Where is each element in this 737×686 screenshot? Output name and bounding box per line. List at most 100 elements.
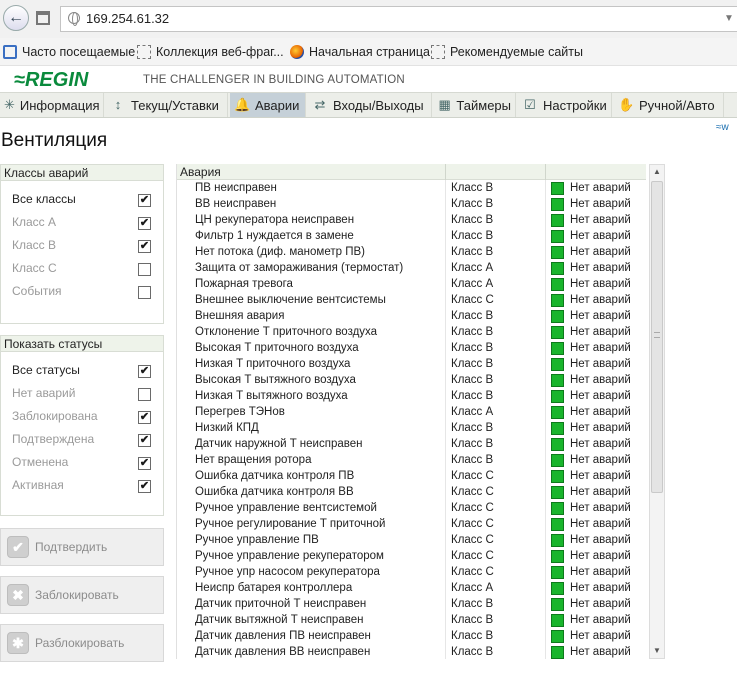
table-row[interactable]: Датчик приточной T неисправен Класс B Нет …	[177, 596, 646, 612]
table-row[interactable]: Пожарная тревога Класс A Нет аварий	[177, 276, 646, 292]
bookmarks-bar: Часто посещаемые Коллекция веб-фраг... Н…	[0, 38, 737, 66]
table-row[interactable]: Низкий КПД Класс B Нет аварий	[177, 420, 646, 436]
bookmark-item[interactable]: Часто посещаемые	[3, 45, 135, 59]
alarm-status: Нет аварий	[545, 628, 646, 644]
bookmark-folder-icon	[3, 45, 17, 59]
status-indicator-icon	[551, 325, 564, 339]
menu-item[interactable]: 🔔 Аварии	[230, 93, 306, 117]
bookmark-label: Рекомендуемые сайты	[450, 45, 584, 59]
status-indicator-icon	[551, 517, 564, 531]
menu-item[interactable]: ↕ Текущ/Уставки	[106, 93, 228, 117]
alarm-class: Класс C	[445, 516, 545, 532]
alarm-classes-panel: Классы аварий Все классы ✔ Класс A ✔ Класс B…	[0, 164, 164, 324]
table-row[interactable]: Нет вращения ротора Класс B Нет аварий	[177, 452, 646, 468]
filter-checkbox[interactable]: ✔	[138, 434, 151, 447]
alarm-status: Нет аварий	[545, 308, 646, 324]
table-row[interactable]: Нет потока (диф. манометр ПВ) Класс B Нет …	[177, 244, 646, 260]
alarm-status-text: Нет аварий	[570, 614, 631, 626]
table-row[interactable]: Датчик наружной T неисправен Класс B Нет а…	[177, 436, 646, 452]
alarm-status: Нет аварий	[545, 452, 646, 468]
filter-checkbox[interactable]: ✔	[138, 480, 151, 493]
table-row[interactable]: Ручное регулирование T приточной Класс C Н…	[177, 516, 646, 532]
alarm-class: Класс A	[445, 580, 545, 596]
alarm-status-text: Нет аварий	[570, 454, 631, 466]
menu-item-label: Ручной/Авто	[639, 97, 715, 113]
action-button[interactable]: ✖ Заблокировать	[0, 576, 164, 614]
table-row[interactable]: Фильтр 1 нуждается в замене Класс B Нет ав…	[177, 228, 646, 244]
alarm-name: Внешняя авария	[195, 310, 285, 322]
alarm-class: Класс C	[445, 532, 545, 548]
table-row[interactable]: Датчик давления ВВ неисправен Класс B Нет …	[177, 644, 646, 659]
table-row[interactable]: Ошибка датчика контроля ПВ Класс C Нет ава…	[177, 468, 646, 484]
corner-link[interactable]: ≈w	[716, 122, 729, 133]
filter-checkbox[interactable]	[138, 388, 151, 401]
scroll-thumb[interactable]	[651, 181, 663, 493]
alarm-status-text: Нет аварий	[570, 214, 631, 226]
table-row[interactable]: ЦН рекуператора неисправен Класс B Нет ава…	[177, 212, 646, 228]
table-row[interactable]: Внешнее выключение вентсистемы Класс C Нет…	[177, 292, 646, 308]
alarm-class: Класс B	[445, 340, 545, 356]
table-row[interactable]: Датчик давления ПВ неисправен Класс B Нет …	[177, 628, 646, 644]
bookmark-item[interactable]: Начальная страница	[290, 45, 430, 59]
action-button[interactable]: ✱ Разблокировать	[0, 624, 164, 662]
alarm-name: Нет потока (диф. манометр ПВ)	[195, 246, 365, 258]
table-row[interactable]: Ручное управление вентсистемой Класс C Нет…	[177, 500, 646, 516]
menu-item[interactable]: ⇄ Входы/Выходы	[308, 93, 432, 117]
alarm-status: Нет аварий	[545, 516, 646, 532]
table-row[interactable]: Низкая T вытяжного воздуха Класс B Нет ава…	[177, 388, 646, 404]
filter-checkbox[interactable]: ✔	[138, 457, 151, 470]
menu-item-label: Информация	[19, 97, 100, 113]
filter-checkbox[interactable]: ✔	[138, 217, 151, 230]
alarm-status-text: Нет аварий	[570, 534, 631, 546]
menu-item[interactable]: ✋ Ручной/Авто	[614, 93, 724, 117]
filter-option-label: Подтверждена	[12, 432, 95, 446]
table-row[interactable]: Низкая T приточного воздуха Класс B Нет ав…	[177, 356, 646, 372]
alarm-status-text: Нет аварий	[570, 358, 631, 370]
bookmark-item[interactable]: Коллекция веб-фраг...	[137, 45, 284, 59]
table-row[interactable]: Высокая T приточного воздуха Класс B Нет а…	[177, 340, 646, 356]
table-row[interactable]: Внешняя авария Класс B Нет аварий	[177, 308, 646, 324]
url-dropdown-icon[interactable]: ▼	[724, 13, 734, 24]
menu-item[interactable]: ☑ Настройки	[518, 93, 612, 117]
menu-item[interactable]: ✳ Информация	[0, 93, 104, 117]
filter-checkbox[interactable]	[138, 286, 151, 299]
alarm-status: Нет аварий	[545, 612, 646, 628]
url-text[interactable]: 169.254.61.32	[86, 11, 169, 26]
status-indicator-icon	[551, 245, 564, 259]
alarm-class: Класс B	[445, 324, 545, 340]
table-row[interactable]: Ручное управление ПВ Класс C Нет аварий	[177, 532, 646, 548]
table-row[interactable]: Датчик вытяжной T неисправен Класс B Нет а…	[177, 612, 646, 628]
table-row[interactable]: Высокая T вытяжного воздуха Класс B Нет ав…	[177, 372, 646, 388]
table-scrollbar[interactable]: ▲ ▼	[649, 164, 665, 659]
alarm-status: Нет аварий	[545, 196, 646, 212]
back-button[interactable]: ←	[3, 5, 29, 31]
filter-checkbox[interactable]	[138, 263, 151, 276]
alarm-status: Нет аварий	[545, 436, 646, 452]
table-row[interactable]: Ошибка датчика контроля ВВ Класс C Нет ава…	[177, 484, 646, 500]
filter-checkbox[interactable]: ✔	[138, 365, 151, 378]
table-row[interactable]: Защита от замораживания (термостат) Класс…	[177, 260, 646, 276]
alarm-status-text: Нет аварий	[570, 278, 631, 290]
bookmark-item[interactable]: Рекомендуемые сайты	[431, 45, 583, 59]
filter-checkbox[interactable]: ✔	[138, 240, 151, 253]
alarm-status-text: Нет аварий	[570, 582, 631, 594]
filter-checkbox[interactable]: ✔	[138, 411, 151, 424]
table-row[interactable]: Отклонение T приточного воздуха Класс B Не…	[177, 324, 646, 340]
alarm-name: Высокая T приточного воздуха	[195, 342, 359, 354]
table-row[interactable]: Ручное управление рекуператором Класс C Не…	[177, 548, 646, 564]
scroll-up-icon[interactable]: ▲	[650, 165, 664, 179]
alarm-class: Класс B	[445, 244, 545, 260]
scroll-down-icon[interactable]: ▼	[650, 644, 664, 658]
action-button[interactable]: ✔ Подтвердить	[0, 528, 164, 566]
menu-item[interactable]: ▦ Таймеры	[434, 93, 516, 117]
alarm-name: Высокая T вытяжного воздуха	[195, 374, 356, 386]
table-row[interactable]: Неиспр батарея контроллера Класс A Нет ава…	[177, 580, 646, 596]
filter-checkbox[interactable]: ✔	[138, 194, 151, 207]
table-row[interactable]: ВВ неисправен Класс B Нет аварий	[177, 196, 646, 212]
table-row[interactable]: Перегрев ТЭНов Класс A Нет аварий	[177, 404, 646, 420]
table-row[interactable]: Ручное упр насосом рекуператора Класс C Не…	[177, 564, 646, 580]
table-row[interactable]: ПВ неисправен Класс B Нет аварий	[177, 180, 646, 196]
alarm-class: Класс C	[445, 292, 545, 308]
alarm-status-text: Нет аварий	[570, 598, 631, 610]
tab-groups-icon[interactable]	[36, 11, 50, 25]
